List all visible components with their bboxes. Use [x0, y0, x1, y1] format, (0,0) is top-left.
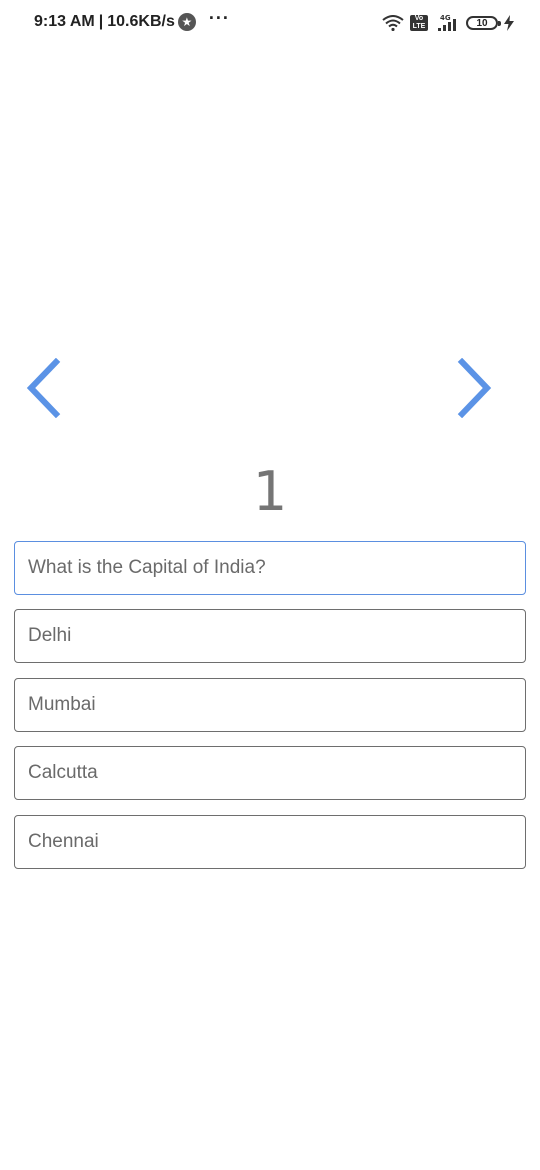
charging-icon [504, 15, 514, 31]
next-button[interactable] [456, 357, 496, 419]
status-separator: | [98, 13, 104, 30]
status-right: Vo LTE 4G 10 [376, 13, 514, 33]
signal-icon: 4G [438, 14, 456, 31]
option-3-field[interactable]: Calcutta [14, 746, 526, 800]
option-1-field[interactable]: Delhi [14, 609, 526, 663]
network-type-label: 4G [440, 14, 451, 22]
chevron-right-icon [457, 357, 492, 419]
battery-level: 10 [476, 18, 488, 29]
status-left: 9:13 AM | 10.6KB/s ★ ··· [34, 8, 230, 31]
wifi-icon [382, 15, 404, 31]
network-speed: 10.6KB/s [107, 13, 175, 30]
more-icon: ··· [208, 8, 230, 28]
previous-button[interactable] [22, 357, 62, 419]
question-number: 1 [252, 460, 288, 523]
status-bar: 9:13 AM | 10.6KB/s ★ ··· Vo LTE 4G 10 [0, 0, 540, 50]
chevron-left-icon [26, 357, 61, 419]
star-icon: ★ [177, 13, 196, 31]
question-field[interactable]: What is the Capital of India? [14, 541, 526, 595]
option-4-field[interactable]: Chennai [14, 815, 526, 869]
battery-icon: 10 [466, 16, 501, 30]
volte-icon: Vo LTE [410, 15, 428, 31]
status-time: 9:13 AM [34, 13, 95, 30]
option-2-field[interactable]: Mumbai [14, 678, 526, 732]
